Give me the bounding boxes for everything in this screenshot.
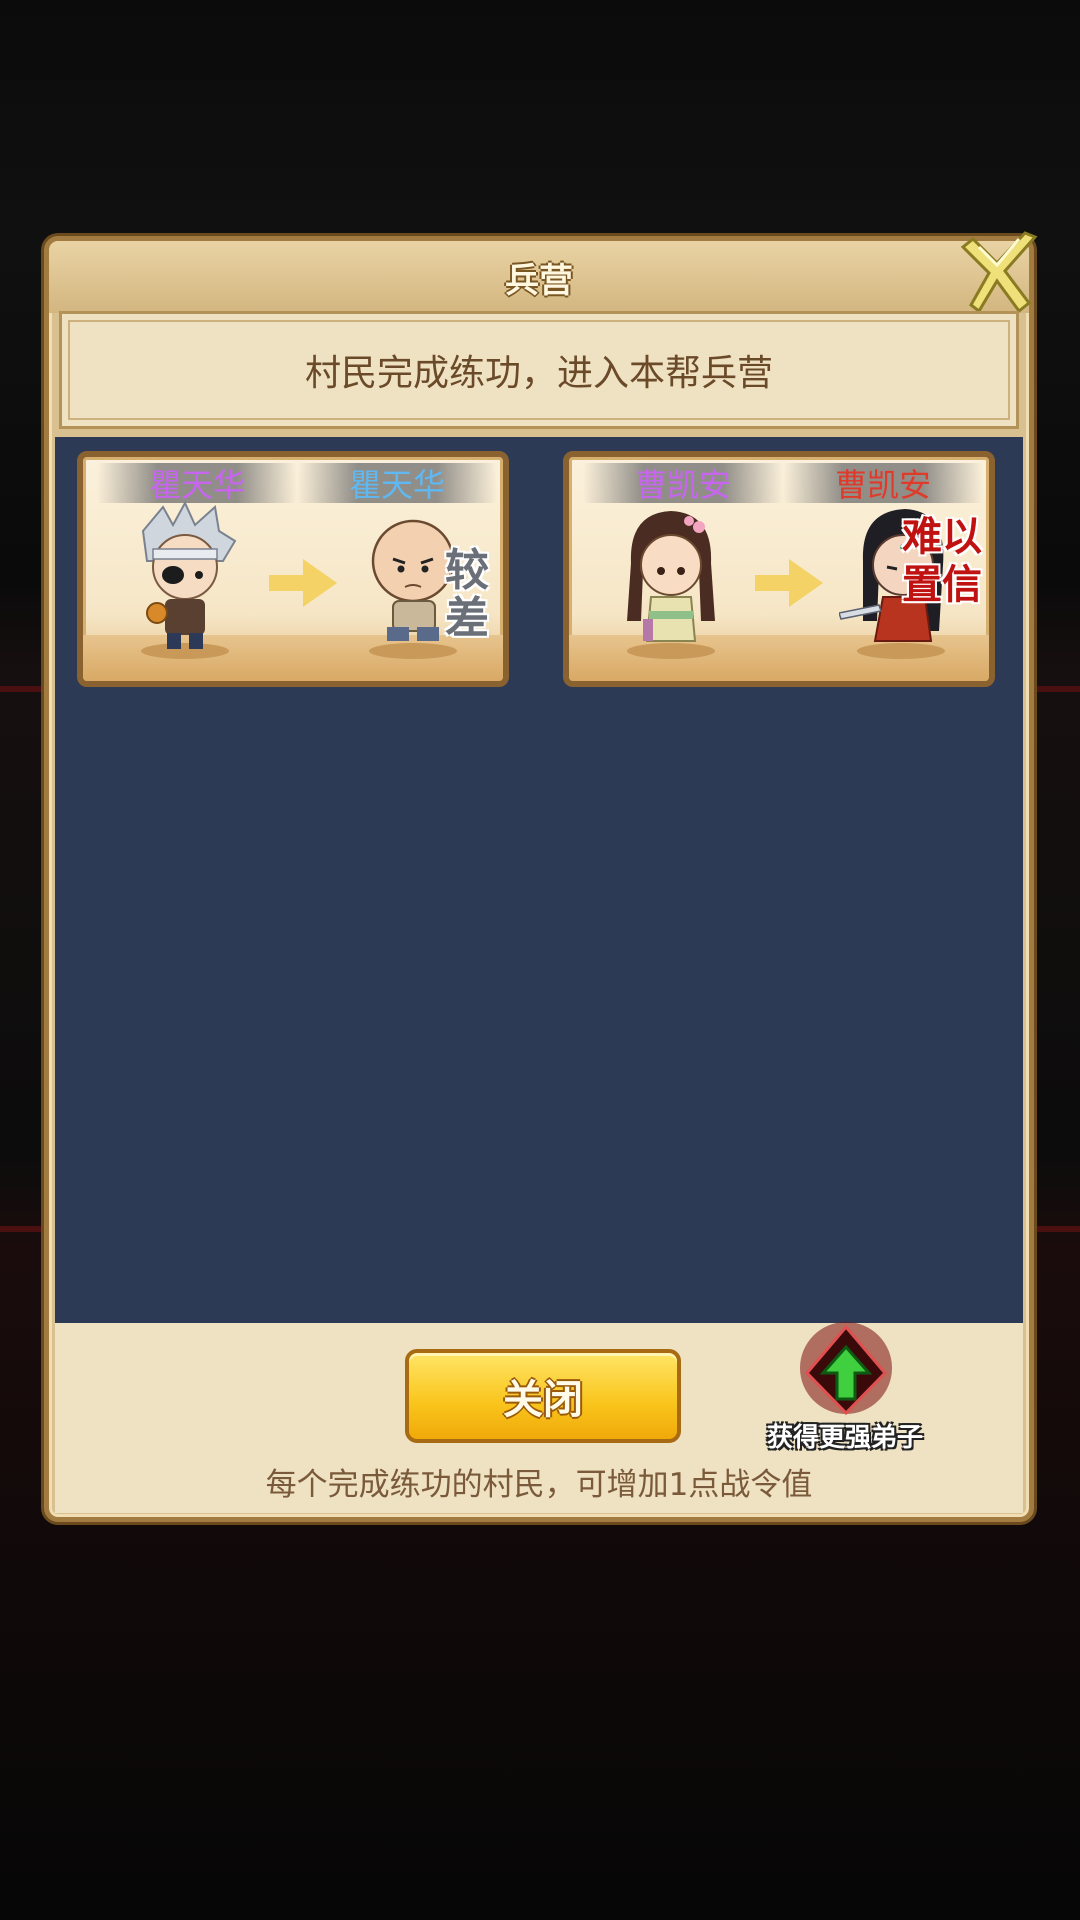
upgrade-label: 获得更强弟子 (766, 1423, 923, 1453)
villager-portrait-icon (627, 511, 715, 659)
rating-stamp: 较差 (445, 545, 489, 644)
barracks-dialog: 兵营 村民完成练功，进入本帮兵营 瞿天华 瞿天华 较 差 曹凯安 曹凯安 难以 … (44, 231, 1038, 1522)
rating-stamp: 难以 置信 (902, 513, 982, 608)
dialog-title-bar: 兵营 (49, 241, 1029, 313)
close-icon[interactable] (949, 227, 1045, 323)
to-name: 曹凯安 (783, 463, 983, 504)
villager-portrait-icon (141, 501, 237, 659)
arrow-right-icon (755, 559, 823, 607)
info-banner: 村民完成练功，进入本帮兵营 (59, 311, 1019, 429)
recruit-list: 瞿天华 瞿天华 较 差 曹凯安 曹凯安 难以 置信 (55, 437, 1023, 1323)
banner-text: 村民完成练功，进入本帮兵营 (304, 353, 773, 394)
footer-note: 每个完成练功的村民，可增加1点战令值 (265, 1467, 813, 1503)
to-name: 瞿天华 (297, 463, 497, 504)
dialog-footer: 关闭 获得更强弟子 每个完成练功的村民，可增加1点战令值 (55, 1322, 1023, 1513)
get-stronger-disciple-button[interactable]: 获得更强弟子 (745, 1313, 945, 1453)
close-button[interactable]: 关闭 (405, 1349, 681, 1443)
dialog-title: 兵营 (505, 260, 573, 301)
recruit-card[interactable]: 瞿天华 瞿天华 较 差 (77, 451, 509, 687)
recruit-card[interactable]: 曹凯安 曹凯安 难以 置信 (563, 451, 995, 687)
upgrade-arrow-icon (800, 1322, 892, 1416)
arrow-right-icon (269, 559, 337, 607)
close-button-label: 关闭 (503, 1377, 583, 1423)
from-name: 瞿天华 (97, 463, 297, 504)
from-name: 曹凯安 (583, 463, 783, 504)
